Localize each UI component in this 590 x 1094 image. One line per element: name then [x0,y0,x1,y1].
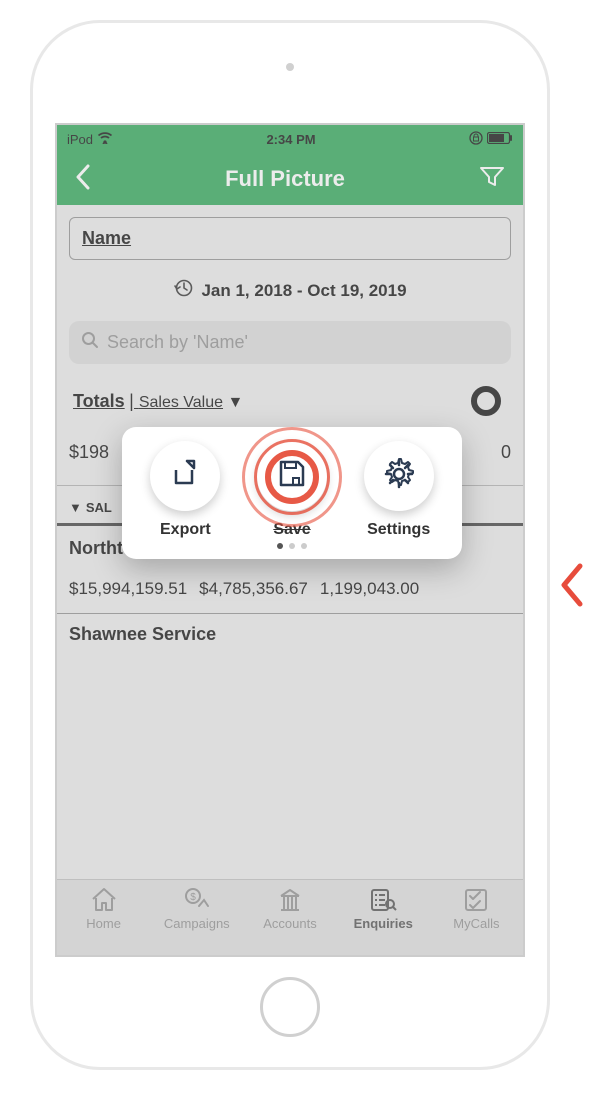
lock-rotation-icon [469,131,483,148]
home-button[interactable] [260,977,320,1037]
tab-label: Enquiries [337,916,430,931]
ring-indicator[interactable] [471,386,501,416]
page-title: Full Picture [225,166,345,192]
filter-button[interactable] [479,165,505,194]
page-dots [277,543,307,549]
clock: 2:34 PM [113,132,469,147]
amount-left: $198 [69,442,109,463]
gear-icon [380,455,418,498]
tutorial-next-chevron[interactable] [558,560,588,615]
tab-accounts[interactable]: Accounts [243,886,336,955]
date-range-row[interactable]: Jan 1, 2018 - Oct 19, 2019 [69,260,511,321]
totals-sublabel: Sales Value [139,394,223,411]
device-label: iPod [67,132,93,147]
dot-2 [289,543,295,549]
export-label: Export [132,521,239,539]
tab-bar: Home $ Campaigns Accounts Enquiries MyCa… [57,879,523,955]
sales-header-text: SAL [86,500,112,515]
export-button[interactable]: Export [132,441,239,539]
amount-right: 0 [501,442,511,463]
value-1: $15,994,159.51 [69,579,187,599]
dot-1 [277,543,283,549]
wifi-icon [97,132,113,147]
svg-text:$: $ [190,892,196,903]
tab-label: MyCalls [430,916,523,931]
tab-label: Home [57,916,150,931]
value-2: $4,785,356.67 [199,579,308,599]
settings-button[interactable]: Settings [345,441,452,539]
chevron-down-icon: ▼ [69,500,82,515]
company-name: Shawnee Service [69,614,511,655]
totals-label: Totals [73,391,125,411]
totals-dropdown[interactable]: Totals | Sales Value ▼ [73,391,243,412]
tab-label: Accounts [243,916,336,931]
value-3: 1,199,043.00 [320,579,419,599]
tab-label: Campaigns [150,916,243,931]
tab-mycalls[interactable]: MyCalls [430,886,523,955]
tab-enquiries[interactable]: Enquiries [337,886,430,955]
nav-bar: Full Picture [57,153,523,205]
search-placeholder: Search by 'Name' [107,332,248,353]
search-icon [81,331,99,354]
status-bar: iPod 2:34 PM [57,125,523,153]
table-row[interactable]: Shawnee Service [69,614,511,655]
battery-icon [487,132,513,147]
action-popup: Export Save [122,427,462,559]
tab-home[interactable]: Home [57,886,150,955]
dot-3 [301,543,307,549]
save-button[interactable]: Save [239,441,346,539]
chevron-down-icon: ▼ [227,394,243,411]
search-input[interactable]: Search by 'Name' [69,321,511,364]
save-icon [275,457,309,496]
date-range-text: Jan 1, 2018 - Oct 19, 2019 [201,281,406,301]
tab-campaigns[interactable]: $ Campaigns [150,886,243,955]
row-values: $15,994,159.51 $4,785,356.67 1,199,043.0… [69,569,511,613]
export-icon [167,456,203,497]
phone-speaker [286,63,294,71]
name-field[interactable]: Name [69,217,511,260]
phone-frame: iPod 2:34 PM Full Picture [30,20,550,1070]
totals-row: Totals | Sales Value ▼ [69,364,511,426]
back-button[interactable] [75,164,91,195]
save-label: Save [239,521,346,539]
settings-label: Settings [345,521,452,539]
history-icon [173,278,193,303]
screen: iPod 2:34 PM Full Picture [55,123,525,957]
